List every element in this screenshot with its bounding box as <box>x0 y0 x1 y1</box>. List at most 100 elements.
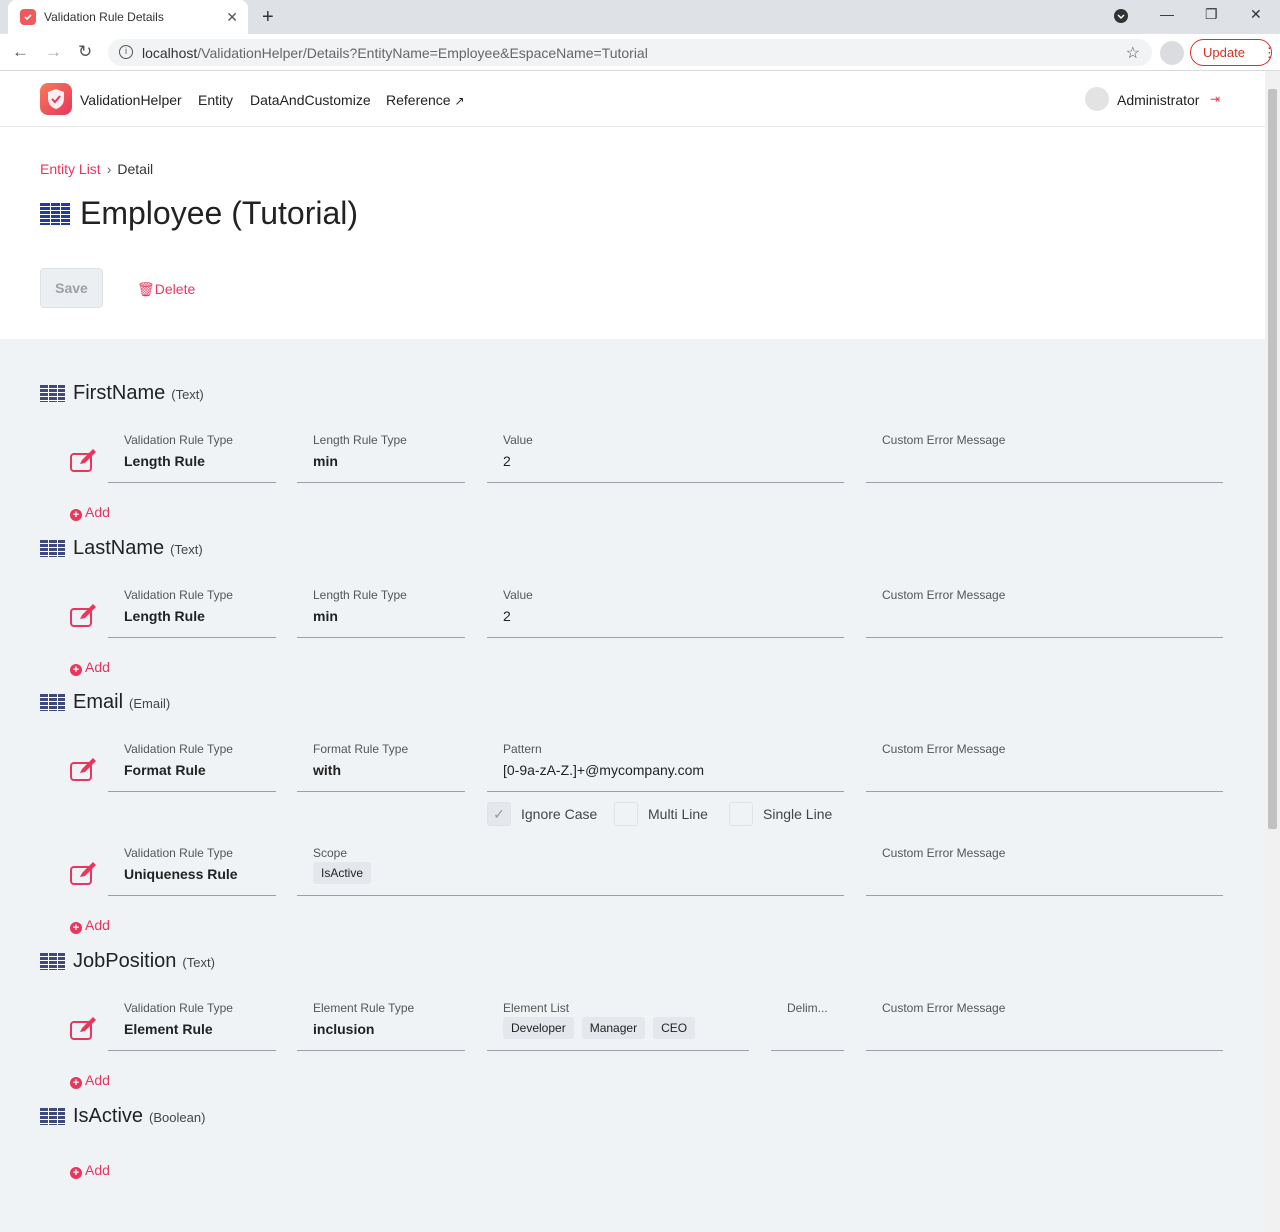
menu-reference[interactable]: Reference ↗ <box>386 92 465 108</box>
validation-rule-type-field[interactable]: Validation Rule Type Length Rule <box>108 427 276 483</box>
user-name[interactable]: Administrator <box>1117 92 1199 108</box>
bookmark-star-icon[interactable]: ☆ <box>1126 43 1140 63</box>
attribute-table-icon <box>40 694 65 711</box>
rule-row: Validation Rule Type Element Rule Element… <box>70 995 1224 1051</box>
app-header: ValidationHelper Entity DataAndCustomize… <box>0 71 1265 127</box>
plus-circle-icon: + <box>70 509 82 521</box>
ignore-case-checkbox[interactable]: ✓ Ignore Case <box>487 802 597 826</box>
attribute-type: (Text) <box>170 542 203 557</box>
reload-icon[interactable]: ↻ <box>78 42 92 62</box>
scope-chip[interactable]: IsActive <box>313 862 372 884</box>
delimiter-field[interactable]: Delim... <box>771 995 844 1051</box>
browser-tab[interactable]: Validation Rule Details ✕ <box>8 0 248 34</box>
element-chip[interactable]: Developer <box>503 1017 574 1039</box>
site-info-icon[interactable]: i <box>119 45 133 59</box>
rule-row: Validation Rule Type Uniqueness Rule Scop… <box>70 840 1224 896</box>
update-button[interactable]: Update ⋮ <box>1190 39 1276 66</box>
attribute-name: JobPosition <box>73 950 177 972</box>
attribute-name: IsActive <box>73 1105 144 1127</box>
rule-row: Validation Rule Type Format Rule Format R… <box>70 736 1224 792</box>
page-top-section: Entity List › Detail Employee (Tutorial) S… <box>0 127 1265 339</box>
edit-rule-icon[interactable] <box>70 604 98 628</box>
element-list-field[interactable]: Element List Developer Manager CEO <box>487 995 749 1051</box>
page-title: Employee (Tutorial) <box>80 195 359 231</box>
plus-circle-icon: + <box>70 1077 82 1089</box>
plus-circle-icon: + <box>70 922 82 934</box>
single-line-checkbox[interactable]: Single Line <box>729 802 832 826</box>
value-field[interactable]: Value 2 <box>487 582 844 638</box>
delete-button[interactable]: 🗑Delete <box>137 281 195 298</box>
menu-data-and-customize[interactable]: DataAndCustomize <box>250 92 371 108</box>
attribute-type: (Text) <box>171 387 204 402</box>
rule-row: Validation Rule Type Length Rule Length R… <box>70 427 1224 483</box>
add-rule-button[interactable]: + Add <box>70 504 110 521</box>
multi-line-checkbox[interactable]: Multi Line <box>614 802 708 826</box>
close-window-icon[interactable]: ✕ <box>1250 6 1262 23</box>
attribute-name: LastName <box>73 537 165 559</box>
menu-entity[interactable]: Entity <box>198 92 233 108</box>
edit-rule-icon[interactable] <box>70 758 98 782</box>
breadcrumb: Entity List › Detail <box>40 161 153 177</box>
app-logo-icon[interactable] <box>40 83 72 115</box>
element-rule-type-field[interactable]: Element Rule Type inclusion <box>297 995 465 1051</box>
add-rule-button[interactable]: + Add <box>70 1162 110 1179</box>
breadcrumb-separator: › <box>106 161 112 177</box>
checkbox-box <box>614 802 638 826</box>
add-rule-button[interactable]: + Add <box>70 1072 110 1089</box>
entity-table-icon <box>40 203 70 225</box>
tab-search-icon[interactable] <box>1114 9 1128 26</box>
edit-rule-icon[interactable] <box>70 449 98 473</box>
forward-icon[interactable]: → <box>45 42 62 62</box>
attribute-type: (Email) <box>129 696 171 711</box>
new-tab-icon[interactable]: + <box>262 6 274 29</box>
edit-rule-icon[interactable] <box>70 1017 98 1041</box>
user-avatar[interactable] <box>1085 87 1109 111</box>
element-chip[interactable]: Manager <box>581 1017 646 1039</box>
breadcrumb-current: Detail <box>117 161 154 177</box>
brand-name[interactable]: ValidationHelper <box>80 92 182 108</box>
validation-rule-type-field[interactable]: Validation Rule Type Uniqueness Rule <box>108 840 276 896</box>
breadcrumb-entity-list-link[interactable]: Entity List <box>40 161 101 177</box>
custom-error-message-field[interactable]: Custom Error Message <box>866 427 1223 483</box>
checkbox-box <box>729 802 753 826</box>
pattern-field[interactable]: Pattern [0-9a-zA-Z.]+@mycompany.com <box>487 736 844 792</box>
length-rule-type-field[interactable]: Length Rule Type min <box>297 427 465 483</box>
address-bar[interactable]: i localhost/ValidationHelper/Details?Ent… <box>108 39 1152 66</box>
browser-toolbar: ← → ↻ i localhost/ValidationHelper/Detai… <box>0 34 1280 71</box>
attribute-table-icon <box>40 953 65 970</box>
format-rule-type-field[interactable]: Format Rule Type with <box>297 736 465 792</box>
attribute-table-icon <box>40 540 65 557</box>
logout-icon[interactable]: ⇥ <box>1210 92 1220 106</box>
length-rule-type-field[interactable]: Length Rule Type min <box>297 582 465 638</box>
save-button[interactable]: Save <box>40 268 103 308</box>
custom-error-message-field[interactable]: Custom Error Message <box>866 736 1223 792</box>
restore-icon[interactable]: ❐ <box>1205 6 1218 23</box>
custom-error-message-field[interactable]: Custom Error Message <box>866 582 1223 638</box>
validation-rule-type-field[interactable]: Validation Rule Type Format Rule <box>108 736 276 792</box>
app-viewport: ValidationHelper Entity DataAndCustomize… <box>0 71 1265 1232</box>
checkmark-icon: ✓ <box>487 802 511 826</box>
minimize-icon[interactable]: — <box>1160 6 1174 22</box>
close-tab-icon[interactable]: ✕ <box>226 9 238 26</box>
plus-circle-icon: + <box>70 664 82 676</box>
custom-error-message-field[interactable]: Custom Error Message <box>866 840 1223 896</box>
rule-row: Validation Rule Type Length Rule Length R… <box>70 582 1224 638</box>
scrollbar-thumb[interactable] <box>1268 89 1277 829</box>
url-host: localhost <box>142 44 198 61</box>
scope-field[interactable]: Scope IsActive <box>297 840 844 896</box>
profile-avatar-icon[interactable] <box>1160 41 1184 65</box>
validation-rule-type-field[interactable]: Validation Rule Type Length Rule <box>108 582 276 638</box>
back-icon[interactable]: ← <box>12 42 29 62</box>
edit-rule-icon[interactable] <box>70 862 98 886</box>
value-field[interactable]: Value 2 <box>487 427 844 483</box>
add-rule-button[interactable]: + Add <box>70 917 110 934</box>
add-rule-button[interactable]: + Add <box>70 659 110 676</box>
custom-error-message-field[interactable]: Custom Error Message <box>866 995 1223 1051</box>
favicon-icon <box>20 9 36 25</box>
validation-rule-type-field[interactable]: Validation Rule Type Element Rule <box>108 995 276 1051</box>
attribute-type: (Boolean) <box>149 1110 206 1125</box>
attribute-name: FirstName <box>73 382 166 404</box>
attribute-name: Email <box>73 691 124 713</box>
page-scrollbar[interactable] <box>1265 71 1280 1232</box>
element-chip[interactable]: CEO <box>653 1017 696 1039</box>
